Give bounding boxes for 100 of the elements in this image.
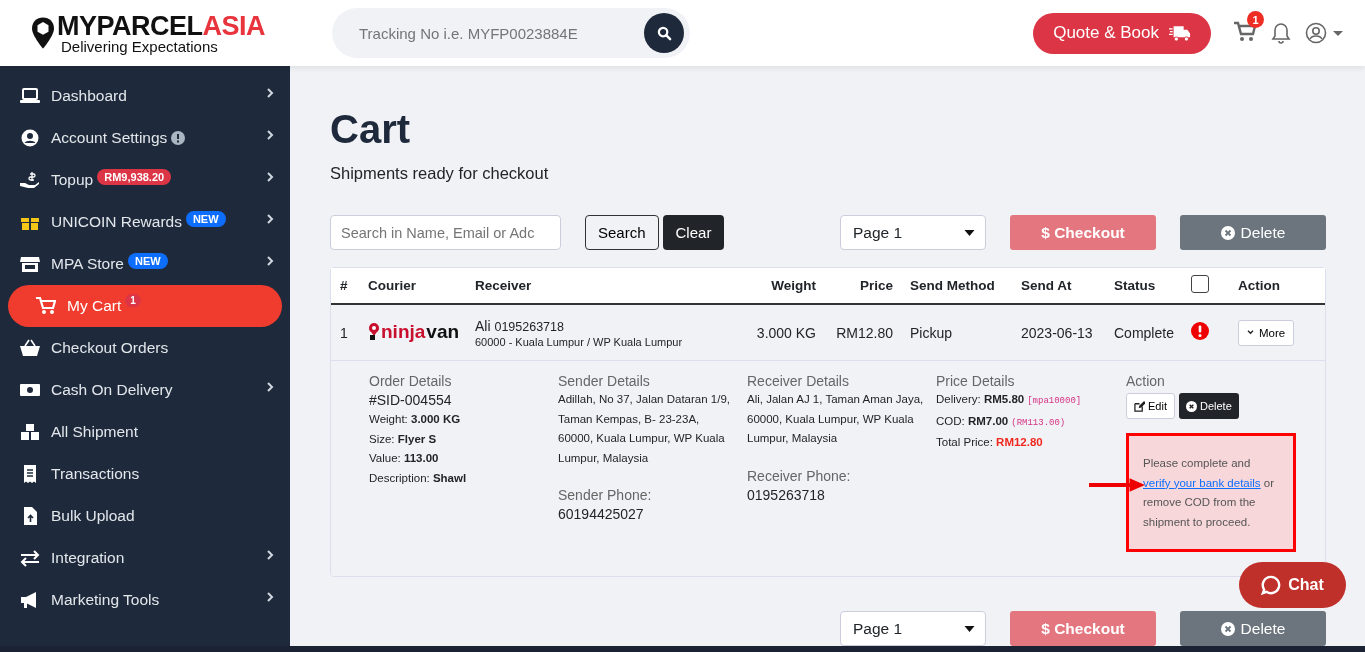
sidebar-item[interactable]: Cash On Delivery	[0, 369, 290, 411]
sidebar-item[interactable]: Account Settings	[0, 117, 290, 159]
sidebar-item[interactable]: Integration	[0, 537, 290, 579]
phone-label: Receiver Phone:	[747, 466, 852, 485]
sidebar-item-label: Transactions	[51, 465, 140, 483]
order-detail-line: Value: 113.00	[369, 451, 440, 466]
sidebar-item-label: Integration	[51, 549, 125, 567]
column-header: #	[340, 278, 349, 293]
pointer-arrow	[1089, 478, 1145, 492]
receiver-phone: 0195263718	[747, 485, 826, 505]
column-header: Action	[1238, 278, 1281, 293]
sidebar-item[interactable]: Transactions	[0, 453, 290, 495]
column-header: Courier	[368, 278, 417, 293]
location-pin-icon	[32, 17, 54, 49]
edit-button[interactable]: Edit	[1126, 393, 1175, 419]
sidebar-item[interactable]: MPA Store NEW	[0, 243, 290, 285]
sidebar-item-label: Dashboard	[51, 87, 127, 105]
total-price: Total Price: RM12.80	[936, 435, 1044, 450]
search-button[interactable]: Search	[585, 215, 659, 250]
arrows-icon	[20, 549, 40, 567]
price-line: COD: RM7.00	[936, 414, 1009, 427]
receiver-address: Ali, Jalan AJ 1, Taman Aman Jaya, 60000, Kuala Lumpur, WP Kuala Lumpur, Malaysia	[747, 392, 925, 446]
column-header: Send At	[1021, 278, 1073, 293]
user-menu-icon[interactable]	[1305, 22, 1343, 44]
select-all-checkbox[interactable]	[1191, 275, 1209, 293]
edit-icon	[1134, 400, 1145, 412]
boxes-icon	[20, 423, 40, 441]
sidebar-item-label: Topup	[51, 171, 94, 189]
sidebar-item-label: Cash On Delivery	[51, 381, 173, 399]
tracking-input[interactable]: Tracking No i.e. MYFP0023884E	[357, 23, 644, 43]
cart-count-badge: 1	[1247, 11, 1264, 28]
column-header: Price	[858, 278, 894, 293]
warning-text: Please complete and verify your bank details or remove COD from the shipment to proceed.	[1143, 457, 1275, 528]
close-circle-icon	[1220, 225, 1235, 240]
sidebar-item[interactable]: All Shipment	[0, 411, 290, 453]
section-heading: Order Details	[369, 372, 453, 390]
order-detail-line: Size: Flyer S	[369, 431, 438, 447]
table-cell-text: Complete	[1114, 324, 1175, 341]
sidebar-item[interactable]: Topup RM9,938.20	[0, 159, 290, 201]
chat-button[interactable]: Chat	[1239, 562, 1346, 608]
cash-icon	[20, 381, 40, 399]
table-cell-text: 2023-06-13	[1021, 324, 1094, 341]
chevron-down-icon	[1247, 330, 1254, 335]
tracking-field[interactable]: Tracking No i.e. MYFP0023884E	[332, 8, 690, 58]
brand-name: MYPARCELASIA	[57, 12, 266, 39]
sender-phone: 60194425027	[558, 505, 645, 524]
sidebar-item-label: All Shipment	[51, 423, 138, 441]
section-heading: Action	[1126, 372, 1166, 390]
sidebar-item[interactable]: UNICOIN Rewards NEW	[0, 201, 290, 243]
close-circle-icon	[1220, 621, 1235, 636]
table-cell-text: 1	[340, 324, 349, 341]
sidebar-item[interactable]: My Cart 1	[8, 285, 282, 327]
table-cell-text: Pickup	[910, 324, 954, 341]
section-heading: Sender Details	[558, 372, 651, 390]
page-select[interactable]: Page 1	[840, 611, 986, 646]
sidebar-item-label: Bulk Upload	[51, 507, 135, 525]
sidebar-badge: RM9,938.20	[97, 169, 172, 185]
page-select[interactable]: Page 1	[840, 215, 986, 250]
sidebar-item-label: My Cart	[67, 297, 122, 315]
table-cell-text: RM12.80	[835, 324, 894, 341]
phone-label: Sender Phone:	[558, 486, 653, 504]
caret-down-icon	[964, 229, 975, 236]
sidebar-item[interactable]: Dashboard	[0, 75, 290, 117]
sidebar-badge: NEW	[185, 211, 226, 227]
hand-dollar-icon	[20, 171, 40, 189]
search-button[interactable]	[644, 13, 684, 53]
notification-bell-icon[interactable]	[1271, 22, 1291, 44]
column-header: Weight	[770, 278, 816, 293]
basket-icon	[20, 339, 40, 357]
column-header: Status	[1114, 278, 1157, 293]
page-subtitle: Shipments ready for checkout	[330, 163, 550, 184]
more-button[interactable]: More	[1238, 319, 1295, 346]
laptop-icon	[20, 87, 40, 105]
sidebar-item[interactable]: Bulk Upload	[0, 495, 290, 537]
search-field[interactable]: Search in Name, Email or Adc	[330, 215, 561, 250]
price-line: Delivery: RM5.80	[936, 393, 1025, 405]
order-detail-line: Weight: 3.000 KG	[369, 412, 462, 427]
order-id: #SID-004554	[369, 391, 453, 410]
user-circle-icon	[20, 129, 40, 147]
sidebar-badge: 1	[125, 293, 141, 307]
receiver-area: 60000 - Kuala Lumpur / WP Kuala Lumpur	[475, 335, 723, 348]
brand-tagline: Delivering Expectations	[60, 38, 219, 54]
page-title: Cart	[330, 106, 412, 153]
sidebar-item[interactable]: Marketing Tools	[0, 579, 290, 621]
column-header: Receiver	[475, 278, 533, 293]
cart-icon	[36, 297, 56, 315]
sidebar-item-label: UNICOIN Rewards	[51, 213, 182, 231]
truck-icon	[1169, 24, 1191, 42]
delete-button[interactable]: Delete	[1180, 611, 1326, 646]
sidebar-item[interactable]: Checkout Orders	[0, 327, 290, 369]
table-cell-text: 3.000 KG	[755, 324, 816, 341]
quote-book-button[interactable]: Quote & Book	[1033, 12, 1211, 54]
clear-button[interactable]: Clear	[662, 215, 725, 250]
receiver-name: Ali 0195263718	[475, 317, 565, 334]
delete-button[interactable]: Delete	[1180, 215, 1326, 250]
sidebar-item-label: MPA Store	[51, 255, 124, 273]
price-note: [mpa10000]	[1027, 396, 1082, 406]
sender-address: Adillah, No 37, Jalan Dataran 1/9, Taman Kempas, B- 23-23A, 60000, Kuala Lumpur, WP Kuala Lumpur, Malaysia	[558, 392, 731, 466]
delete-button[interactable]: Delete	[1178, 393, 1239, 419]
caret-down-icon	[964, 625, 975, 632]
